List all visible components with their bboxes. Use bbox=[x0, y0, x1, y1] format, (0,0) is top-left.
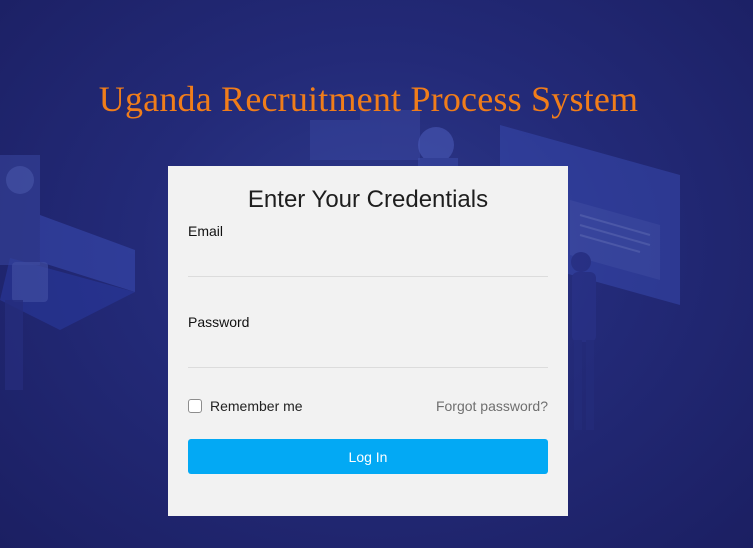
login-button[interactable]: Log In bbox=[188, 439, 548, 474]
password-label: Password bbox=[188, 314, 250, 330]
remember-me[interactable]: Remember me bbox=[188, 398, 303, 414]
remember-me-label: Remember me bbox=[210, 398, 303, 414]
login-card: Enter Your Credentials Email Password Re… bbox=[168, 166, 568, 516]
forgot-password-link[interactable]: Forgot password? bbox=[436, 398, 548, 414]
password-field[interactable] bbox=[188, 334, 548, 368]
email-label: Email bbox=[188, 223, 224, 239]
login-heading: Enter Your Credentials bbox=[247, 186, 489, 213]
page-title: Uganda Recruitment Process System bbox=[98, 79, 639, 119]
remember-me-checkbox[interactable] bbox=[188, 399, 202, 413]
options-row: Remember me Forgot password? bbox=[188, 396, 548, 416]
email-field[interactable] bbox=[188, 243, 548, 277]
